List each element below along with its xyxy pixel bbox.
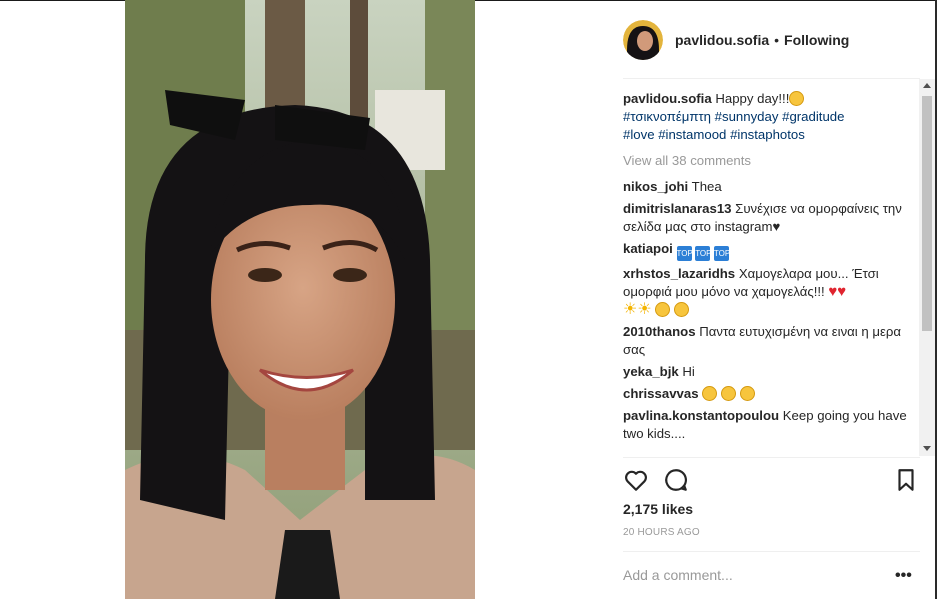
like-heart-icon[interactable] <box>623 467 649 493</box>
caption-text: Happy day!!! <box>715 91 790 106</box>
hashtag[interactable]: #love <box>623 127 655 142</box>
grin-emoji-icon <box>789 91 805 106</box>
comment: yeka_bjk Hi <box>623 363 919 381</box>
caption: pavlidou.sofia Happy day!!! #τσικνοπέμπτ… <box>623 90 919 144</box>
comments-scrollbar[interactable] <box>919 79 935 456</box>
comment-text: Thea <box>691 179 722 194</box>
likes-count[interactable]: 2,175 likes <box>623 501 693 517</box>
top-arrow-emoji-icon: TOP <box>695 246 712 261</box>
comment-username[interactable]: xrhstos_lazaridhs <box>623 266 735 281</box>
top-arrow-emoji-icon: TOP <box>713 246 730 261</box>
comment-bubble-icon[interactable] <box>663 467 689 493</box>
caption-username[interactable]: pavlidou.sofia <box>623 91 712 106</box>
post-header: pavlidou.sofia • Following <box>623 19 849 61</box>
smile-emoji-icon <box>720 386 736 401</box>
heart-emoji-icon: ♥ <box>828 283 838 300</box>
post-photo[interactable] <box>125 0 475 599</box>
scroll-down-arrow-icon[interactable] <box>923 446 931 451</box>
comments-list: pavlidou.sofia Happy day!!! #τσικνοπέμπτ… <box>623 90 919 456</box>
comment: dimitrislanaras13 Συνέχισε να ομορφαίνει… <box>623 200 919 236</box>
comment-text: Hi <box>682 364 695 379</box>
smile-emoji-icon <box>702 386 718 401</box>
view-all-comments-link[interactable]: View all 38 comments <box>623 152 919 170</box>
selfie-image <box>125 0 475 599</box>
comment-username[interactable]: katiapoi <box>623 241 673 256</box>
comment: katiapoi TOP TOP TOP <box>623 240 919 261</box>
sun-emoji-icon: ☀ <box>623 301 638 318</box>
comment: pavlina.konstantopoulou Keep going you h… <box>623 407 919 443</box>
hashtag[interactable]: #instaphotos <box>730 127 805 142</box>
scrollbar-thumb[interactable] <box>922 96 932 331</box>
comment-username[interactable]: 2010thanos <box>623 324 696 339</box>
post-details-panel: pavlidou.sofia • Following pavlidou.sofi… <box>607 0 935 599</box>
comment: 2010thanos Παντα ευτυχισμένη να ειναι η … <box>623 323 919 359</box>
post-timestamp: 20 HOURS AGO <box>623 527 700 538</box>
post-actions-bar <box>623 467 919 495</box>
heart-emoji-icon: ♥ <box>837 283 847 300</box>
scroll-up-arrow-icon[interactable] <box>923 83 931 88</box>
add-comment-divider <box>623 551 920 552</box>
comment-username[interactable]: dimitrislanaras13 <box>623 201 732 216</box>
comment: nikos_johi Thea <box>623 178 919 196</box>
add-comment-input[interactable] <box>623 565 883 585</box>
avatar[interactable] <box>623 20 663 60</box>
comment-username[interactable]: chrissavvas <box>623 386 699 401</box>
smile-emoji-icon <box>674 302 690 317</box>
hashtag[interactable]: #graditude <box>782 109 844 124</box>
following-button[interactable]: Following <box>784 32 849 48</box>
hashtag[interactable]: #sunnyday <box>715 109 779 124</box>
post-author-username[interactable]: pavlidou.sofia <box>675 32 769 48</box>
sun-emoji-icon: ☀ <box>637 301 652 318</box>
hashtag[interactable]: #instamood <box>658 127 726 142</box>
comment: xrhstos_lazaridhs Χαμογελαρα μου... Έτσι… <box>623 265 919 319</box>
comment-username[interactable]: yeka_bjk <box>623 364 679 379</box>
comment: chrissavvas <box>623 385 919 403</box>
header-divider <box>623 78 920 79</box>
save-bookmark-icon[interactable] <box>893 467 919 493</box>
hashtag[interactable]: #τσικνοπέμπτη <box>623 109 711 124</box>
comment-username[interactable]: nikos_johi <box>623 179 688 194</box>
more-options-icon[interactable]: ••• <box>895 567 912 585</box>
top-arrow-emoji-icon: TOP <box>676 246 693 261</box>
separator-dot: • <box>774 32 780 48</box>
smile-emoji-icon <box>655 302 671 317</box>
comment-username[interactable]: pavlina.konstantopoulou <box>623 408 779 423</box>
comments-divider <box>623 457 920 458</box>
smile-emoji-icon <box>739 386 755 401</box>
